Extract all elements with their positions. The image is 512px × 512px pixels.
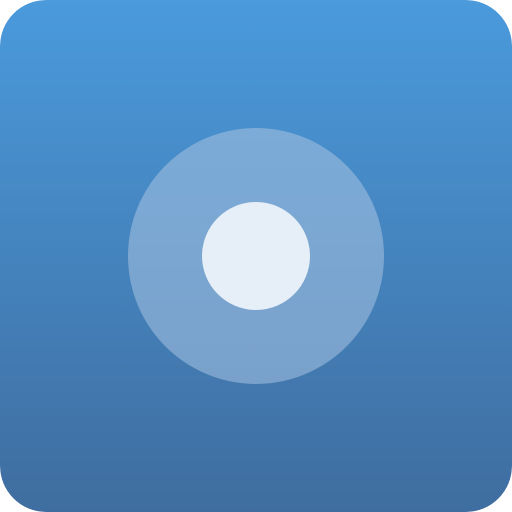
record-button-icon xyxy=(0,0,512,512)
inner-dot xyxy=(202,202,310,310)
app-icon[interactable] xyxy=(0,0,512,512)
